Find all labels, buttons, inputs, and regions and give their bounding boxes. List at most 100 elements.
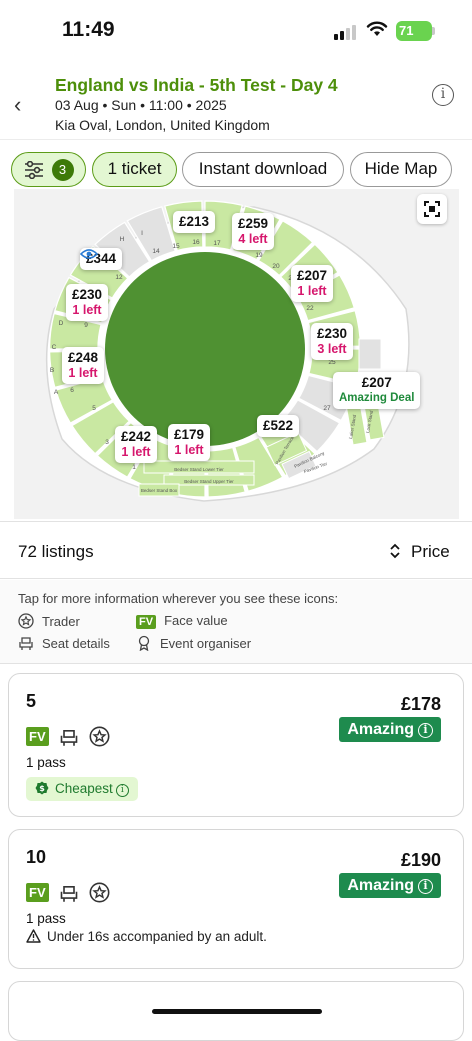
pin-price: £522 xyxy=(263,418,294,433)
info-icon: i xyxy=(115,784,129,797)
status-time: 11:49 xyxy=(62,18,115,41)
pin-price: £207 xyxy=(361,375,392,390)
hide-map-button[interactable]: Hide Map xyxy=(350,152,452,187)
filter-bar: 3 1 ticket Instant download Hide Map xyxy=(0,150,472,190)
section-label: 19 xyxy=(255,252,263,259)
event-title: England vs India - 5th Test - Day 4 xyxy=(55,75,338,95)
listing-quantity: 1 pass xyxy=(26,755,66,770)
fullscreen-icon xyxy=(424,201,440,217)
pin-note: 1 left xyxy=(297,284,327,298)
ribbon-icon xyxy=(138,635,150,652)
section-label: 25 xyxy=(328,359,336,366)
status-bar: 11:49 71 xyxy=(0,0,472,56)
legend-label: Seat details xyxy=(42,636,110,651)
sort-button[interactable]: Price xyxy=(388,542,450,562)
section-label: D xyxy=(59,320,64,327)
event-header: ‹ England vs India - 5th Test - Day 4 03… xyxy=(0,56,472,140)
outer-block xyxy=(358,338,382,370)
cheapest-label: Cheapest xyxy=(55,781,113,796)
face-value-badge[interactable]: FV xyxy=(26,727,49,746)
section-label: H xyxy=(120,236,125,243)
filters-button[interactable]: 3 xyxy=(11,152,86,187)
legend-title: Tap for more information wherever you se… xyxy=(18,591,339,606)
listing-section: 5 xyxy=(26,691,37,711)
section-label: 12 xyxy=(115,274,123,281)
price-pin[interactable]: £213 xyxy=(173,211,216,233)
fullscreen-button[interactable] xyxy=(417,194,447,224)
listing-section: 10 xyxy=(26,847,47,867)
filter-count-badge: 3 xyxy=(51,158,74,181)
price-pin[interactable]: £344 xyxy=(80,248,123,270)
price-pin[interactable]: £230 1 left xyxy=(66,284,109,321)
section-label: 3 xyxy=(105,439,109,446)
star-badge-icon[interactable] xyxy=(89,726,110,747)
event-date: 03 Aug • Sun • 11:00 • 2025 xyxy=(55,97,227,113)
listing-icons: FV xyxy=(26,726,110,747)
sort-chevrons-icon xyxy=(390,543,400,559)
deal-badge[interactable]: Amazing i xyxy=(339,717,441,742)
section-label: 14 xyxy=(152,248,160,255)
info-icon[interactable]: i xyxy=(432,84,454,106)
warning-icon xyxy=(26,929,41,943)
pin-note: Amazing Deal xyxy=(339,392,415,404)
info-icon: i xyxy=(418,879,433,894)
listing-count: 72 listings xyxy=(18,542,94,561)
price-pin[interactable]: £179 1 left xyxy=(168,424,211,461)
ticket-quantity-chip[interactable]: 1 ticket xyxy=(92,152,177,187)
listing-quantity: 1 pass xyxy=(26,911,66,926)
notice-text: Under 16s accompanied by an adult. xyxy=(47,929,267,944)
legend-face-value[interactable]: FV Face value xyxy=(136,613,228,629)
info-icon: i xyxy=(418,723,433,738)
price-pin[interactable]: £207 1 left xyxy=(291,265,334,302)
pin-note: 1 left xyxy=(121,445,151,459)
cheapest-badge[interactable]: $ Cheapest i xyxy=(26,777,138,801)
legend-label: Event organiser xyxy=(160,636,252,651)
wifi-icon xyxy=(366,21,388,36)
back-chevron-icon[interactable]: ‹ xyxy=(14,92,21,118)
price-tag-icon: $ xyxy=(35,781,49,795)
seat-icon[interactable] xyxy=(59,883,79,903)
price-pin[interactable]: £248 1 left xyxy=(62,347,105,384)
section-label: A xyxy=(54,389,59,396)
section-label: 20 xyxy=(272,263,280,270)
listing-card[interactable]: 10 £190 Amazing i FV 1 pass Under 16s acc… xyxy=(8,829,464,969)
price-pin[interactable]: £259 4 left xyxy=(232,213,275,250)
sort-label: Price xyxy=(411,542,450,561)
stand-label: Bedser Stand Box xyxy=(141,488,178,493)
deal-label: Amazing xyxy=(347,721,414,738)
stadium-map[interactable]: 14151617181920212225271296531ABCDHIBedse… xyxy=(14,189,459,519)
section-label: I xyxy=(141,230,143,237)
listing-price: £190 xyxy=(400,850,441,870)
star-badge-icon[interactable] xyxy=(89,882,110,903)
instant-download-chip[interactable]: Instant download xyxy=(182,152,344,187)
battery-tip xyxy=(432,27,435,35)
pin-price: £259 xyxy=(238,216,269,231)
legend-seat-details[interactable]: Seat details xyxy=(18,635,110,651)
seat-icon[interactable] xyxy=(59,727,79,747)
seat-icon xyxy=(19,637,33,650)
price-pin[interactable]: £242 1 left xyxy=(115,426,158,463)
legend-label: Trader xyxy=(42,614,80,629)
pin-price: £230 xyxy=(72,287,103,302)
listing-card[interactable]: 5 £178 Amazing i FV 1 pass $ Cheapest i xyxy=(8,673,464,817)
legend-event-organiser[interactable]: Event organiser xyxy=(136,635,252,652)
star-badge-icon xyxy=(18,613,34,629)
pin-note: 1 left xyxy=(174,443,204,457)
pin-price: £179 xyxy=(174,427,205,442)
stand-label: Bedser Stand Upper Tier xyxy=(184,479,234,484)
deal-badge[interactable]: Amazing i xyxy=(339,873,441,898)
home-indicator xyxy=(152,1009,322,1014)
listing-notice: Under 16s accompanied by an adult. xyxy=(26,929,267,944)
section-label: 15 xyxy=(172,243,180,250)
listings-toolbar: 72 listings Price xyxy=(0,521,472,579)
price-pin[interactable]: £522 xyxy=(257,415,300,437)
price-pin[interactable]: £207 Amazing Deal xyxy=(333,372,421,409)
event-venue: Kia Oval, London, United Kingdom xyxy=(55,117,270,133)
price-pin[interactable]: £230 3 left xyxy=(311,323,354,360)
section-label: 5 xyxy=(92,405,96,412)
eye-icon xyxy=(80,249,98,259)
legend-trader[interactable]: Trader xyxy=(18,613,80,629)
stand-label: Bedser Stand Lower Tier xyxy=(174,467,224,472)
pin-price: £230 xyxy=(317,326,348,341)
face-value-badge[interactable]: FV xyxy=(26,883,49,902)
